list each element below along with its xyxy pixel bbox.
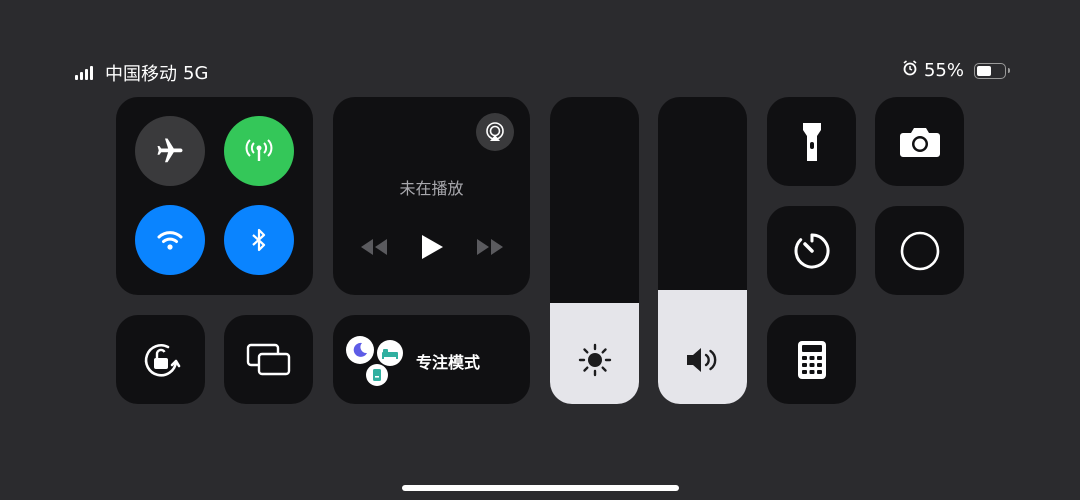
now-playing-panel[interactable]: 未在播放 [333,97,530,295]
moon-icon [346,336,374,364]
cellular-antenna-icon [245,139,273,161]
focus-mode-label: 专注模式 [416,353,481,372]
rewind-icon [361,239,387,255]
rewind-button[interactable] [359,237,389,261]
timer-button[interactable] [767,206,856,295]
bluetooth-icon [252,228,266,252]
wifi-icon [157,231,183,250]
sun-icon [550,342,639,378]
fast-forward-icon [477,239,503,255]
rotation-lock-button[interactable] [116,315,205,404]
camera-button[interactable] [875,97,964,186]
signal-bars-icon [75,66,93,80]
cellular-data-button[interactable] [224,116,294,186]
fast-forward-button[interactable] [475,237,505,261]
screen-record-icon [900,231,939,270]
network-type: 5G [183,62,209,84]
play-button[interactable] [419,233,445,265]
id-badge-icon [366,364,388,386]
status-bar-right: 55% [902,60,1010,81]
airplay-icon [486,122,504,141]
home-indicator[interactable] [402,485,679,491]
alarm-clock-icon [902,60,918,81]
bed-icon [377,340,403,366]
play-icon [422,235,443,259]
flashlight-icon [802,122,821,161]
now-playing-status: 未在播放 [399,179,464,198]
calculator-button[interactable] [767,315,856,404]
speaker-icon [658,342,747,378]
rotation-lock-icon [144,343,180,377]
volume-slider[interactable] [658,97,747,404]
status-bar-left: 中国移动 5G [75,60,208,86]
flashlight-button[interactable] [767,97,856,186]
screen-record-button[interactable] [875,206,964,295]
carrier-name: 中国移动 [105,64,177,85]
wifi-button[interactable] [135,205,205,275]
airplane-mode-button[interactable] [135,116,205,186]
battery-percentage: 55% [923,60,964,81]
connectivity-panel [116,97,313,295]
focus-mode-button[interactable]: 专注模式 [333,315,530,404]
camera-icon [899,127,940,157]
airplay-button[interactable] [476,113,514,151]
screen-mirroring-icon [246,343,290,375]
timer-icon [794,233,830,268]
screen-mirroring-button[interactable] [224,315,313,404]
airplane-icon [157,138,183,163]
brightness-slider[interactable] [550,97,639,404]
calculator-icon [797,340,826,379]
battery-level [977,65,991,76]
battery-icon [974,62,1010,79]
bluetooth-button[interactable] [224,205,294,275]
